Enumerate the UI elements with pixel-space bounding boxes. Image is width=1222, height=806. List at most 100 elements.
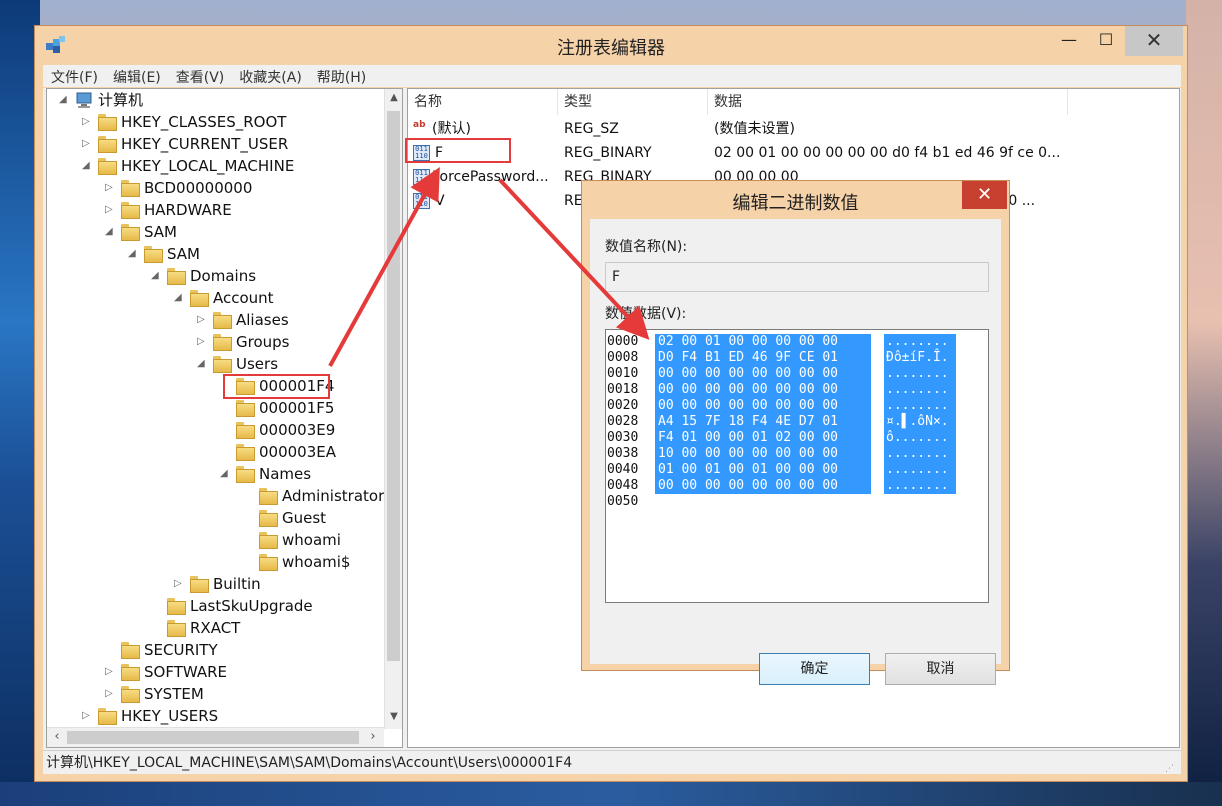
close-button[interactable]: ✕ [1125,26,1183,56]
folder-icon [121,642,140,659]
tree-item-label: LastSkuUpgrade [190,597,313,615]
maximize-button[interactable]: ☐ [1087,26,1125,56]
tree-item-label: HKEY_CLASSES_ROOT [121,113,287,131]
tree-vertical-scrollbar[interactable]: ▲ ▼ [384,89,402,729]
expand-arrow-icon[interactable]: ▷ [105,199,117,221]
hex-ascii[interactable]: ¤.▌.ôN×. [884,414,956,430]
hex-bytes[interactable]: D0 F4 B1 ED 46 9F CE 01 [655,350,871,366]
folder-icon [259,532,278,549]
folder-icon [236,422,255,439]
scroll-thumb[interactable] [67,731,359,744]
expand-arrow-icon[interactable]: ▷ [105,661,117,683]
value-name: ForcePassword... [432,169,549,185]
hex-ascii[interactable]: Ðô±íF.Î. [884,350,956,366]
hex-ascii[interactable]: ........ [884,462,956,478]
list-item[interactable]: 011 110 F REG_BINARY 02 00 01 00 00 00 00… [408,141,1179,165]
status-path: 计算机\HKEY_LOCAL_MACHINE\SAM\SAM\Domains\A… [46,755,573,771]
expand-arrow-icon[interactable]: ▷ [105,177,117,199]
hex-ascii[interactable]: ô....... [884,430,956,446]
minimize-button[interactable]: — [1055,26,1083,56]
column-header-type[interactable]: 类型 [558,89,708,115]
scroll-thumb[interactable] [387,111,400,661]
tree-item-label: HARDWARE [144,201,232,219]
menu-favorites[interactable]: 收藏夹(A) [231,65,309,87]
hex-editor[interactable]: 0000 02 00 01 00 00 00 00 00........ 0008 D… [605,329,989,603]
expand-arrow-icon[interactable]: ▷ [82,111,94,133]
hex-ascii[interactable]: ........ [884,446,956,462]
tree-item-label: HKEY_LOCAL_MACHINE [121,157,295,175]
hex-offset: 0050 [607,494,639,509]
hex-ascii[interactable]: ........ [884,478,956,494]
ok-button[interactable]: 确定 [759,653,870,685]
hex-offset: 0028 [607,414,639,429]
hex-bytes[interactable]: 10 00 00 00 00 00 00 00 [655,446,871,462]
menu-file[interactable]: 文件(F) [43,65,105,87]
tree-item-label: SOFTWARE [144,663,228,681]
hex-ascii[interactable]: ........ [884,334,956,350]
hex-bytes[interactable]: 02 00 01 00 00 00 00 00 [655,334,871,350]
hex-ascii[interactable]: ........ [884,398,956,414]
dialog-title: 编辑二进制数值 [732,193,859,214]
collapse-arrow-icon[interactable]: ◢ [82,155,94,177]
resize-grip-icon[interactable]: ⋰ [1165,757,1177,774]
collapse-arrow-icon[interactable]: ◢ [197,353,209,375]
expand-arrow-icon[interactable]: ▷ [82,705,94,727]
expand-arrow-icon[interactable]: ▷ [82,133,94,155]
hex-bytes[interactable]: F4 01 00 00 01 02 00 00 [655,430,871,446]
column-header-data[interactable]: 数据 [708,89,1068,115]
tree-item-label: Guest [282,509,327,527]
scroll-right-icon[interactable]: › [365,729,381,744]
hex-bytes[interactable]: 01 00 01 00 01 00 00 00 [655,462,871,478]
hex-offset: 0010 [607,366,639,381]
tree-item-label: Aliases [236,311,289,329]
binary-value-icon: 011 110 [413,193,430,209]
cancel-button[interactable]: 取消 [885,653,996,685]
column-header-name[interactable]: 名称 [408,89,558,115]
tree-item-label: SYSTEM [144,685,204,703]
folder-icon [236,400,255,417]
collapse-arrow-icon[interactable]: ◢ [105,221,117,243]
menu-edit[interactable]: 编辑(E) [105,65,168,87]
hex-offset: 0030 [607,430,639,445]
menu-help[interactable]: 帮助(H) [309,65,373,87]
hex-bytes[interactable]: 00 00 00 00 00 00 00 00 [655,398,871,414]
hex-offset: 0020 [607,398,639,413]
scroll-left-icon[interactable]: ‹ [49,729,65,744]
tree-item-label: BCD00000000 [144,179,253,197]
tree-item-label: whoami [282,531,341,549]
folder-icon [213,312,232,329]
registry-tree[interactable]: ◢ 计算机 ▷ HKEY_CLASSES_ROOT ▷ HKEY_CURRENT_U… [46,88,403,748]
tree-item-label: 000001F5 [259,399,335,417]
scroll-down-icon[interactable]: ▼ [385,711,402,722]
collapse-arrow-icon[interactable]: ◢ [59,89,71,111]
collapse-arrow-icon[interactable]: ◢ [174,287,186,309]
hex-bytes[interactable]: 00 00 00 00 00 00 00 00 [655,366,871,382]
hex-offset: 0040 [607,462,639,477]
tree-horizontal-scrollbar[interactable]: ‹ › [47,727,384,747]
hex-bytes[interactable]: 00 00 00 00 00 00 00 00 [655,382,871,398]
dialog-close-button[interactable]: ✕ [962,181,1007,209]
collapse-arrow-icon[interactable]: ◢ [151,265,163,287]
list-item[interactable]: ab (默认) REG_SZ (数值未设置) [408,117,1179,141]
collapse-arrow-icon[interactable]: ◢ [128,243,140,265]
menu-view[interactable]: 查看(V) [168,65,232,87]
folder-icon [98,136,117,153]
expand-arrow-icon[interactable]: ▷ [197,309,209,331]
folder-icon [236,466,255,483]
scroll-up-icon[interactable]: ▲ [385,92,402,103]
expand-arrow-icon[interactable]: ▷ [174,573,186,595]
tree-item-label: Groups [236,333,290,351]
expand-arrow-icon[interactable]: ▷ [105,683,117,705]
computer-icon [76,92,92,108]
hex-ascii[interactable]: ........ [884,366,956,382]
tree-item-label: Names [259,465,312,483]
hex-ascii[interactable]: ........ [884,382,956,398]
folder-icon [167,598,186,615]
folder-icon [259,488,278,505]
hex-bytes[interactable]: A4 15 7F 18 F4 4E D7 01 [655,414,871,430]
hex-bytes[interactable]: 00 00 00 00 00 00 00 00 [655,478,871,494]
tree-item-label: Builtin [213,575,261,593]
title-bar[interactable]: 注册表编辑器 — ☐ ✕ [35,26,1187,64]
expand-arrow-icon[interactable]: ▷ [197,331,209,353]
collapse-arrow-icon[interactable]: ◢ [220,463,232,485]
